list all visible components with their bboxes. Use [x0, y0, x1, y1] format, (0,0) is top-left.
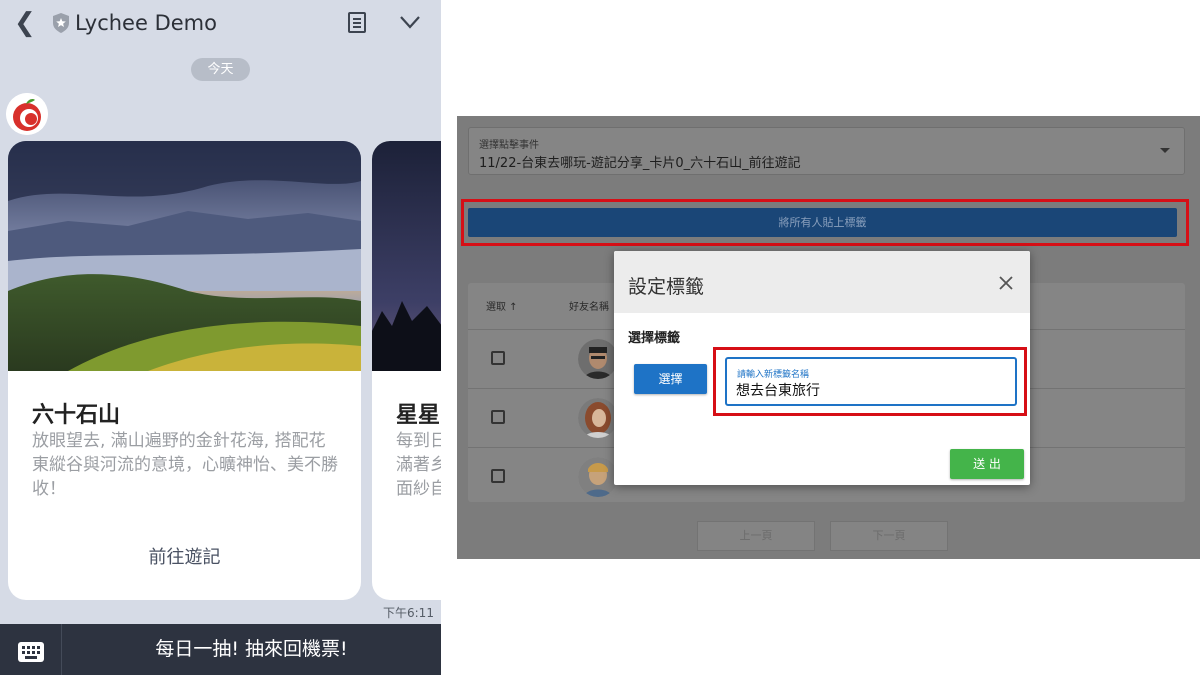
friend-avatar[interactable]: [578, 339, 618, 379]
carousel-card: 星星 每到日 滿著乡 面紗自: [372, 141, 441, 600]
friend-avatar[interactable]: [578, 398, 618, 438]
keyboard-toggle-button[interactable]: [0, 624, 62, 675]
dialog-title: 設定標籤: [628, 276, 705, 298]
set-tag-dialog: 設定標籤 選擇標籤 選擇 請輸入新標籤名稱 送 出: [614, 251, 1030, 485]
event-select[interactable]: 選擇點擊事件 11/22-台東去哪玩-遊記分享_卡片0_六十石山_前往遊記: [468, 127, 1185, 175]
select-tag-label: 選擇標籤: [628, 331, 681, 346]
submit-button[interactable]: 送 出: [950, 449, 1024, 479]
event-select-label: 選擇點擊事件: [479, 140, 539, 151]
go-to-travelogue-link[interactable]: 前往遊記: [8, 543, 361, 569]
night-sky-photo: [372, 141, 441, 371]
row-checkbox[interactable]: [491, 469, 505, 483]
column-header-select[interactable]: 選取 ↑: [486, 298, 518, 313]
friend-avatar[interactable]: [578, 457, 618, 497]
date-separator: 今天: [191, 58, 250, 81]
chat-title: Lychee Demo: [75, 11, 217, 35]
new-tag-field[interactable]: 請輸入新標籤名稱: [725, 357, 1017, 406]
next-page-button[interactable]: 下一頁: [830, 521, 948, 551]
chat-header: ❮ Lychee Demo: [0, 0, 441, 48]
bot-avatar[interactable]: [6, 93, 48, 135]
caret-down-icon: [1160, 148, 1170, 153]
card-title: 星星: [396, 403, 441, 428]
tag-all-button[interactable]: 將所有人貼上標籤: [468, 208, 1177, 237]
row-checkbox[interactable]: [491, 410, 505, 424]
mountain-photo: [8, 141, 361, 371]
column-header-friend-name: 好友名稱: [569, 302, 609, 313]
prev-page-button[interactable]: 上一頁: [697, 521, 815, 551]
chevron-down-icon[interactable]: [398, 10, 422, 34]
dialog-header: 設定標籤: [614, 251, 1030, 313]
new-tag-input[interactable]: [736, 380, 1006, 400]
rich-menu-label[interactable]: 每日一抽! 抽來回機票!: [62, 624, 441, 675]
shield-icon: [53, 13, 69, 33]
carousel-card: 六十石山 放眼望去, 滿山遍野的金針花海, 搭配花東縱谷與河流的意境，心曠神怡、…: [8, 141, 361, 600]
card-title: 六十石山: [32, 403, 121, 428]
row-checkbox[interactable]: [491, 351, 505, 365]
event-select-value: 11/22-台東去哪玩-遊記分享_卡片0_六十石山_前往遊記: [479, 156, 801, 171]
message-timestamp: 下午6:11: [383, 606, 434, 620]
chat-screen: ❮ Lychee Demo 今天 六十石山 放眼望去, 滿山遍野的金針花海, 搭…: [0, 0, 441, 675]
choose-tag-button[interactable]: 選擇: [634, 364, 707, 394]
rich-menu-bar: 每日一抽! 抽來回機票!: [0, 624, 441, 675]
new-tag-field-label: 請輸入新標籤名稱: [737, 370, 810, 380]
card-description: 放眼望去, 滿山遍野的金針花海, 搭配花東縱谷與河流的意境，心曠神怡、美不勝收！: [32, 431, 338, 499]
back-icon[interactable]: ❮: [14, 10, 36, 36]
keyboard-icon: [18, 642, 44, 662]
card-description: 每到日 滿著乡 面紗自: [396, 431, 441, 499]
notes-icon[interactable]: [348, 12, 366, 33]
close-icon[interactable]: [998, 275, 1014, 291]
